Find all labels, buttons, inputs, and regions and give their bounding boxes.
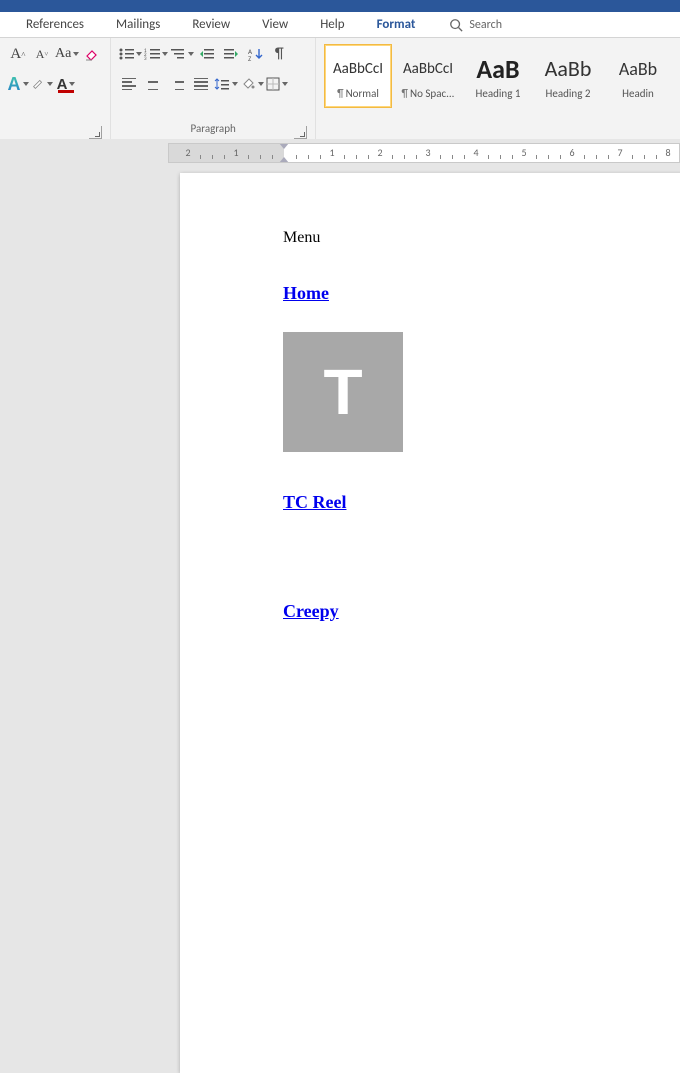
- numbering-icon: 123: [144, 47, 160, 61]
- outdent-icon: [199, 47, 215, 61]
- borders-icon: [266, 77, 280, 91]
- highlight-icon: [31, 77, 45, 91]
- numbering-button[interactable]: 123: [144, 43, 168, 65]
- style--normal[interactable]: AaBbCcI¶Normal: [324, 44, 392, 108]
- group-label-paragraph: Paragraph: [117, 122, 309, 140]
- line-spacing-button[interactable]: [214, 73, 238, 95]
- style-heading-1[interactable]: AaBHeading 1: [464, 44, 532, 108]
- borders-button[interactable]: [266, 73, 288, 95]
- style--no-spac-[interactable]: AaBbCcI¶No Spac...: [394, 44, 462, 108]
- justify-button[interactable]: [190, 73, 212, 95]
- increase-indent-button[interactable]: [220, 43, 242, 65]
- font-dialog-launcher[interactable]: [89, 126, 102, 139]
- group-label-font: [6, 122, 104, 140]
- grow-font-button[interactable]: A˄: [7, 43, 29, 65]
- multilevel-list-button[interactable]: [170, 43, 194, 65]
- doc-text-menu[interactable]: Menu: [283, 229, 680, 247]
- search-icon: [449, 18, 463, 32]
- style-headin[interactable]: AaBbHeadin: [604, 44, 672, 108]
- text-effects-underline: [10, 90, 26, 93]
- horizontal-ruler[interactable]: 21123456789: [168, 143, 680, 163]
- image-placeholder-letter: T: [323, 360, 362, 424]
- group-label-styles: [322, 122, 674, 140]
- align-center-button[interactable]: [142, 73, 164, 95]
- tab-help[interactable]: Help: [304, 12, 360, 37]
- paragraph-dialog-launcher[interactable]: [294, 126, 307, 139]
- paint-bucket-icon: [240, 77, 256, 91]
- tab-format[interactable]: Format: [361, 12, 432, 37]
- document-page[interactable]: Menu Home T TC Reel Creepy: [180, 173, 680, 1073]
- doc-link-tcreel[interactable]: TC Reel: [283, 492, 680, 513]
- align-left-button[interactable]: [118, 73, 140, 95]
- align-right-button[interactable]: [166, 73, 188, 95]
- search-box[interactable]: Search: [449, 18, 502, 32]
- group-styles: AaBbCcI¶NormalAaBbCcI¶No Spac...AaBHeadi…: [316, 38, 680, 140]
- shrink-font-button[interactable]: A˅: [31, 43, 53, 65]
- editor-workspace: 21123456789 Menu Home T TC Reel Creepy: [0, 139, 680, 656]
- style-heading-2[interactable]: AaBbHeading 2: [534, 44, 602, 108]
- svg-text:3: 3: [144, 56, 147, 61]
- bullets-icon: [118, 47, 134, 61]
- group-font: A˄ A˅ Aa A A: [0, 38, 111, 140]
- line-spacing-icon: [214, 77, 230, 91]
- styles-gallery[interactable]: AaBbCcI¶NormalAaBbCcI¶No Spac...AaBHeadi…: [322, 42, 674, 122]
- bullets-button[interactable]: [118, 43, 142, 65]
- show-marks-button[interactable]: ¶: [268, 43, 290, 65]
- decrease-indent-button[interactable]: [196, 43, 218, 65]
- tab-view[interactable]: View: [246, 12, 304, 37]
- title-bar: [0, 0, 680, 12]
- doc-link-home[interactable]: Home: [283, 283, 680, 304]
- multilevel-icon: [170, 47, 186, 61]
- change-case-button[interactable]: Aa: [55, 43, 79, 65]
- font-color-button[interactable]: A: [55, 73, 77, 95]
- ribbon-tabs: References Mailings Review View Help For…: [0, 12, 680, 38]
- text-effects-button[interactable]: A: [7, 73, 29, 95]
- indent-icon: [223, 47, 239, 61]
- sort-button[interactable]: AZ: [244, 43, 266, 65]
- tab-review[interactable]: Review: [176, 12, 246, 37]
- search-label: Search: [469, 18, 502, 32]
- sort-icon: AZ: [247, 47, 263, 61]
- tab-mailings[interactable]: Mailings: [100, 12, 176, 37]
- clear-formatting-button[interactable]: [81, 43, 103, 65]
- highlight-button[interactable]: [31, 73, 53, 95]
- tab-references[interactable]: References: [10, 12, 100, 37]
- shading-button[interactable]: [240, 73, 264, 95]
- eraser-icon: [84, 46, 100, 62]
- doc-link-creepy[interactable]: Creepy: [283, 601, 680, 622]
- ribbon: A˄ A˅ Aa A A: [0, 38, 680, 141]
- image-placeholder[interactable]: T: [283, 332, 403, 452]
- group-paragraph: 123 AZ ¶: [111, 38, 316, 140]
